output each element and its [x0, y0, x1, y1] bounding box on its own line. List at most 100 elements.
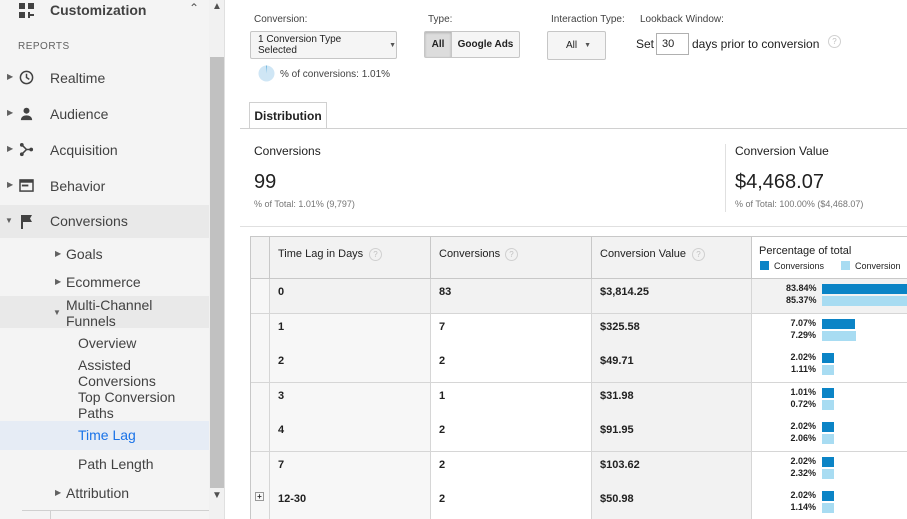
bar-conversions [822, 491, 834, 501]
table-cell-lag: 12-30 [270, 486, 431, 519]
table-cell-value: $50.98 [592, 486, 752, 519]
interaction-type-label: Interaction Type: [551, 14, 625, 25]
table-header-expand-col [251, 237, 270, 279]
cell-text: $91.95 [600, 424, 634, 436]
chevron-up-icon[interactable]: ⌃ [189, 1, 199, 15]
sidebar-item-label: Path Length [78, 456, 154, 472]
main-content: Conversion: 1 Conversion Type Selected ▼… [240, 0, 907, 519]
scroll-down-arrow-icon[interactable]: ▼ [210, 489, 224, 503]
sidebar-item-customization[interactable]: Customization ⌃ [0, 0, 209, 20]
pct-value-label: 7.29% [790, 329, 816, 340]
cell-text: $50.98 [600, 493, 634, 505]
bar-conversion-value [822, 365, 834, 375]
pct-conversions-label: 83.84% [786, 283, 817, 293]
table-header-lag[interactable]: Time Lag in Days ? [270, 237, 431, 279]
tab-distribution[interactable]: Distribution [249, 102, 327, 129]
clock-icon [19, 70, 34, 85]
sidebar-item-label: Funnels [66, 313, 116, 329]
table-cell-expand: + [251, 486, 270, 519]
sidebar-item-audience[interactable]: ▶ Audience [0, 102, 209, 126]
cell-text: 3 [278, 389, 285, 402]
table-cell-conversions: 83 [431, 279, 592, 313]
bar-conversions [822, 284, 907, 294]
sidebar-item-time-lag[interactable]: Time Lag [0, 421, 209, 450]
sidebar-item-ecommerce[interactable]: ▶ Ecommerce [0, 272, 209, 292]
legend-swatch-value [841, 261, 850, 270]
sidebar-bottom-tick [50, 510, 51, 519]
sidebar-item-label: Assisted [78, 357, 131, 373]
table-row[interactable]: 1 7 $325.58 7.07% 7.29% [251, 313, 907, 349]
table-header-conversions[interactable]: Conversions ? [431, 237, 592, 279]
bar-conversion-value [822, 503, 834, 513]
table-cell-conversions: 2 [431, 451, 592, 486]
table-row[interactable]: 7 2 $103.62 2.02% 2.32% [251, 451, 907, 487]
dashboard-icon [19, 3, 34, 18]
table-row[interactable]: 0 83 $3,814.25 83.84% 85.37% [251, 279, 907, 314]
table-row[interactable]: 2 2 $49.71 2.02% 1.11% [251, 348, 907, 383]
interaction-type-dropdown[interactable]: All ▼ [547, 31, 606, 60]
sidebar-item-label: Paths [78, 405, 114, 421]
sidebar-scrollbar-thumb[interactable] [210, 57, 224, 488]
help-icon[interactable]: ? [369, 248, 382, 261]
table-cell-expand [251, 348, 270, 382]
table-cell-expand [251, 313, 270, 348]
type-google-ads-button[interactable]: Google Ads [451, 31, 520, 58]
sidebar-item-behavior[interactable]: ▶ Behavior [0, 174, 209, 198]
pct-conversions-label: 7.07% [790, 317, 816, 328]
bar-conversions [822, 318, 855, 329]
legend-label-conversions: Conversions [774, 261, 825, 271]
table-row[interactable]: +12-30 2 $50.98 2.02% 1.14% [251, 486, 907, 519]
summary-divider [240, 226, 907, 227]
cell-text: 2 [278, 355, 285, 367]
type-all-button[interactable]: All [424, 31, 452, 58]
sidebar-item-overview[interactable]: Overview [0, 334, 209, 352]
sidebar-item-top-conversion-paths[interactable]: Top Conversion Paths [0, 388, 209, 421]
conversion-type-dropdown[interactable]: 1 Conversion Type Selected ▼ [250, 31, 397, 59]
table-cell-expand [251, 417, 270, 451]
conversions-metric-value: 99 [254, 171, 277, 193]
sidebar-item-attribution[interactable]: ▶ Attribution [0, 483, 209, 503]
sidebar-item-label: Time Lag [78, 427, 136, 443]
table-row[interactable]: 4 2 $91.95 2.02% 2.06% [251, 417, 907, 452]
bar-conversions [822, 353, 834, 363]
cell-text: 1 [439, 389, 446, 402]
table-header-conversion-value[interactable]: Conversion Value ? [592, 237, 752, 279]
table-row[interactable]: 3 1 $31.98 1.01% 0.72% [251, 382, 907, 418]
help-icon[interactable]: ? [692, 248, 705, 261]
lookback-days-input[interactable]: 30 [656, 33, 689, 55]
help-icon[interactable]: ? [828, 35, 841, 48]
sidebar-item-label: Overview [78, 335, 137, 351]
conversions-metric-title: Conversions [254, 144, 321, 158]
acquisition-icon [19, 142, 34, 157]
scroll-up-arrow-icon[interactable]: ▲ [210, 0, 224, 14]
pct-value-label: 0.72% [790, 398, 816, 409]
sidebar-item-conversions[interactable]: ▼ Conversions [0, 205, 209, 238]
table-cell-percentage: 2.02% 1.11% [752, 348, 907, 382]
sidebar-item-label: Top Conversion [78, 389, 176, 405]
sidebar-item-multi-channel-funnels[interactable]: ▼ Multi-Channel Funnels [0, 296, 209, 329]
table-cell-lag: 3 [270, 382, 431, 417]
expand-plus-icon[interactable]: + [255, 492, 264, 501]
sidebar-item-acquisition[interactable]: ▶ Acquisition [0, 138, 209, 162]
header-label: Conversion Value [600, 248, 687, 260]
caret-down-icon: ▼ [584, 42, 592, 49]
sidebar-item-label: Multi-Channel [66, 297, 153, 313]
caret-down-icon: ▼ [53, 308, 61, 317]
sidebar-item-label: Conversions [78, 373, 156, 389]
sidebar-item-realtime[interactable]: ▶ Realtime [0, 66, 209, 90]
cell-text: $3,814.25 [600, 286, 649, 298]
header-label: Time Lag in Days [278, 248, 364, 260]
sidebar-item-assisted-conversions[interactable]: Assisted Conversions [0, 356, 209, 389]
pct-of-conversions: % of conversions: 1.01% [280, 69, 391, 80]
caret-right-icon: ▶ [55, 277, 62, 286]
cell-text: 1 [278, 320, 285, 333]
conversions-metric-sub: % of Total: 1.01% (9,797) [254, 199, 355, 209]
dropdown-value: 1 Conversion Type Selected [258, 34, 342, 56]
help-icon[interactable]: ? [505, 248, 518, 261]
caret-right-icon: ▶ [7, 72, 14, 81]
table-header-percentage: Percentage of total Conversions Conversi… [752, 237, 907, 279]
sidebar-item-goals[interactable]: ▶ Goals [0, 244, 209, 264]
sidebar-item-path-length[interactable]: Path Length [0, 455, 209, 473]
value-metric-title: Conversion Value [735, 144, 829, 158]
pct-value-label: 2.06% [790, 433, 816, 443]
